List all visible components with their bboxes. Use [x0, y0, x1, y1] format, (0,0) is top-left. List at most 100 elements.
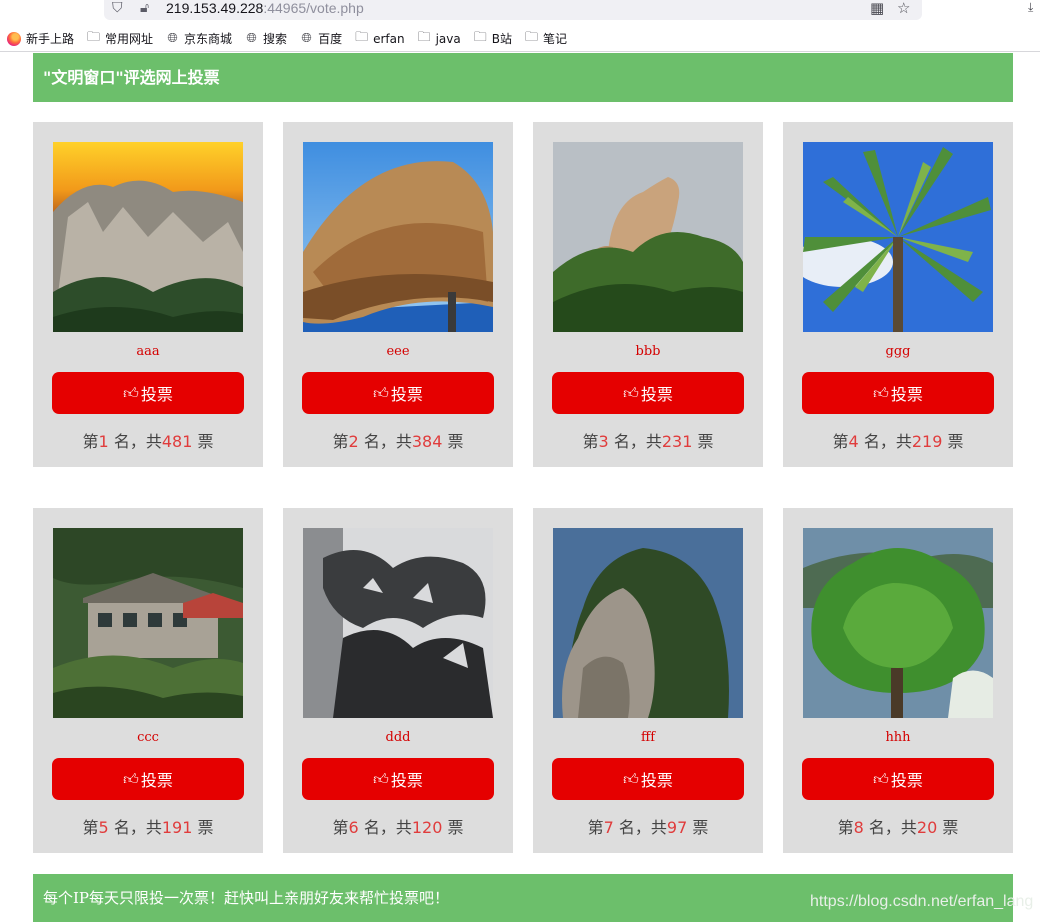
folder-icon: 🗀︎: [417, 29, 431, 45]
vote-button[interactable]: 👍︎ 投票: [802, 372, 994, 414]
rank-suffix: 票: [687, 818, 709, 837]
rank-text: 第6 名，共120 票: [283, 818, 513, 838]
folder-icon: 🗀︎: [524, 29, 538, 45]
vote-count: 20: [916, 818, 938, 837]
url-text[interactable]: 219.153.49.228:44965/vote.php: [166, 0, 364, 17]
vote-label: 投票: [390, 771, 423, 790]
bookmark-item[interactable]: 新手上路: [7, 30, 74, 47]
rank-prefix: 第: [832, 432, 849, 451]
candidate-name: ddd: [385, 730, 411, 745]
rank-prefix: 第: [582, 432, 599, 451]
rank-mid: 名，共: [358, 818, 412, 837]
bookmark-item[interactable]: 🗀︎ 笔记: [524, 28, 567, 50]
candidate-name: fff: [640, 730, 656, 745]
rank-mid: 名，共: [863, 818, 917, 837]
rank-suffix: 票: [192, 432, 214, 451]
vote-button[interactable]: 👍︎ 投票: [302, 372, 494, 414]
rank-text: 第1 名，共481 票: [33, 432, 263, 452]
candidate-photo[interactable]: [53, 528, 243, 718]
rank-text: 第4 名，共219 票: [783, 432, 1013, 452]
candidate-photo[interactable]: [553, 142, 743, 332]
vote-count: 231: [661, 432, 693, 451]
vote-button[interactable]: 👍︎ 投票: [302, 758, 494, 800]
star-icon[interactable]: ☆: [897, 0, 910, 16]
download-icon[interactable]: ⤓: [1028, 0, 1033, 15]
candidate-card: hhh 👍︎ 投票 第8 名，共20 票: [783, 508, 1013, 853]
bookmark-item[interactable]: 🗀︎ erfan: [354, 28, 405, 50]
photo-villa-house: [53, 528, 243, 718]
thumbs-up-icon: 👍︎: [373, 383, 389, 402]
bookmark-item[interactable]: 🌐︎ 京东商城: [165, 30, 232, 47]
rank-text: 第7 名，共97 票: [533, 818, 763, 838]
candidate-name: hhh: [885, 730, 911, 745]
photo-grayscale-foliage: [303, 528, 493, 718]
candidate-photo[interactable]: [803, 528, 993, 718]
bookmark-item[interactable]: 🗀︎ java: [417, 28, 461, 50]
candidate-card: ccc 👍︎ 投票 第5 名，共191 票: [33, 508, 263, 853]
address-strip: ⛉ 🔓︎ 219.153.49.228:44965/vote.php ▦ ☆ ⤓: [0, 0, 1040, 26]
rank-prefix: 第: [837, 818, 854, 837]
thumbs-up-icon: 👍︎: [123, 769, 139, 788]
vote-button[interactable]: 👍︎ 投票: [52, 758, 244, 800]
photo-karst-peak: [553, 528, 743, 718]
bookmark-item[interactable]: 🗀︎ 常用网址: [86, 28, 153, 50]
vote-button[interactable]: 👍︎ 投票: [52, 372, 244, 414]
vote-count: 219: [911, 432, 943, 451]
bookmark-item[interactable]: 🗀︎ B站: [473, 28, 512, 50]
firefox-icon: [7, 31, 21, 46]
thumbs-up-icon: 👍︎: [623, 383, 639, 402]
thumbs-up-icon: 👍︎: [373, 769, 389, 788]
candidate-photo[interactable]: [303, 528, 493, 718]
thumbs-up-icon: 👍︎: [873, 383, 889, 402]
candidate-photo[interactable]: [303, 142, 493, 332]
rank-number: 4: [848, 432, 859, 451]
address-bar[interactable]: ⛉ 🔓︎ 219.153.49.228:44965/vote.php ▦ ☆: [104, 0, 922, 20]
candidate-name: bbb: [635, 344, 661, 359]
candidate-card: fff 👍︎ 投票 第7 名，共97 票: [533, 508, 763, 853]
vote-button[interactable]: 👍︎ 投票: [552, 372, 744, 414]
vote-count: 120: [411, 818, 443, 837]
rank-mid: 名，共: [613, 818, 667, 837]
candidate-card: ddd 👍︎ 投票 第6 名，共120 票: [283, 508, 513, 853]
candidate-name: ggg: [885, 344, 911, 359]
bookmarks-toolbar: 新手上路 🗀︎ 常用网址 🌐︎ 京东商城 🌐︎ 搜索 🌐︎ 百度 🗀︎ erfan 🗀︎ j…: [0, 26, 1040, 52]
bookmark-label: erfan: [373, 31, 405, 46]
candidate-photo[interactable]: [803, 142, 993, 332]
photo-mountain-sunset: [53, 142, 243, 332]
candidate-photo[interactable]: [53, 142, 243, 332]
candidate-photo[interactable]: [553, 528, 743, 718]
rank-mid: 名，共: [108, 432, 162, 451]
rank-prefix: 第: [82, 818, 99, 837]
rank-suffix: 票: [692, 432, 714, 451]
candidate-name: eee: [386, 344, 410, 359]
bookmark-item[interactable]: 🌐︎ 搜索: [244, 30, 287, 47]
thumbs-up-icon: 👍︎: [123, 383, 139, 402]
rank-mid: 名，共: [358, 432, 412, 451]
bookmark-item[interactable]: 🌐︎ 百度: [299, 30, 342, 47]
vote-button[interactable]: 👍︎ 投票: [802, 758, 994, 800]
rank-text: 第5 名，共191 票: [33, 818, 263, 838]
rank-suffix: 票: [442, 818, 464, 837]
bookmark-label: java: [435, 31, 461, 46]
candidate-name: aaa: [136, 344, 160, 359]
rank-prefix: 第: [332, 432, 349, 451]
vote-label: 投票: [640, 771, 673, 790]
insecure-lock-icon[interactable]: 🔓︎: [140, 0, 149, 16]
rank-mid: 名，共: [108, 818, 162, 837]
rank-text: 第2 名，共384 票: [283, 432, 513, 452]
vote-count: 481: [161, 432, 193, 451]
photo-green-tree: [803, 528, 993, 718]
rank-prefix: 第: [587, 818, 604, 837]
page-title: "文明窗口"评选网上投票: [33, 53, 1013, 102]
bookmark-label: 百度: [318, 32, 343, 46]
qr-code-icon[interactable]: ▦: [870, 0, 884, 16]
rank-prefix: 第: [332, 818, 349, 837]
bookmark-label: 搜索: [263, 32, 288, 46]
vote-button[interactable]: 👍︎ 投票: [552, 758, 744, 800]
rank-mid: 名，共: [608, 432, 662, 451]
shield-icon[interactable]: ⛉: [112, 0, 123, 16]
globe-icon: 🌐︎: [301, 31, 312, 46]
globe-icon: 🌐︎: [167, 31, 178, 46]
candidate-card: eee 👍︎ 投票 第2 名，共384 票: [283, 122, 513, 467]
vote-label: 投票: [890, 385, 923, 404]
